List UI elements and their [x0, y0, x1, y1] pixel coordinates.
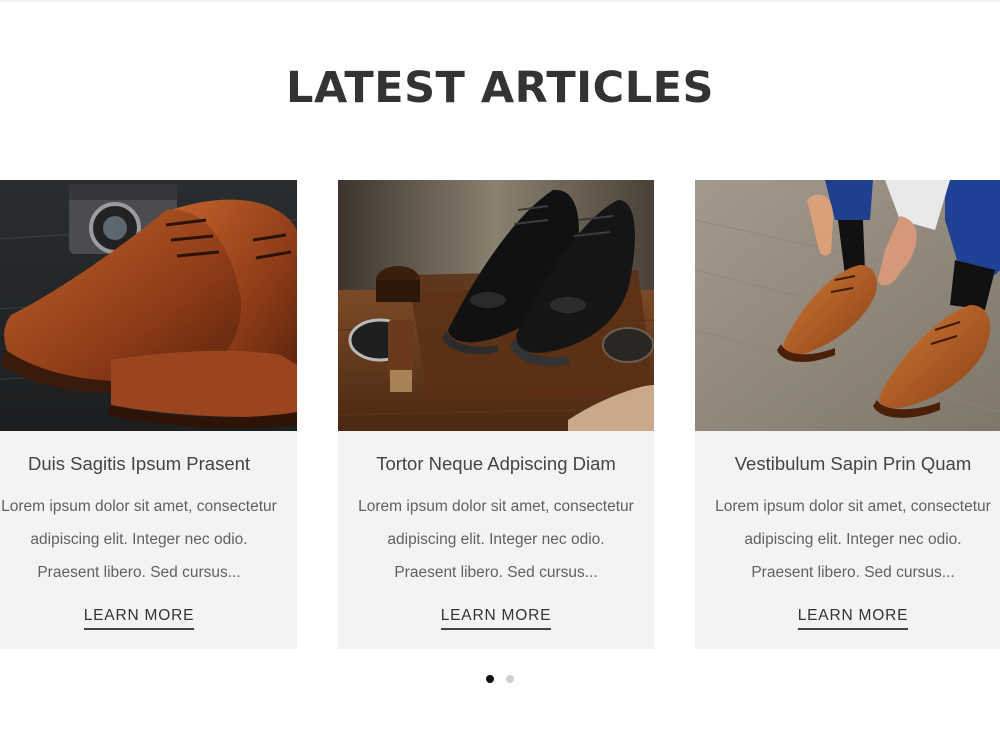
carousel-pagination [0, 675, 1000, 683]
article-title[interactable]: Vestibulum Sapin Prin Quam [695, 452, 1000, 476]
article-card: Tortor Neque Adpiscing Diam Lorem ipsum … [338, 180, 654, 649]
article-excerpt: Lorem ipsum dolor sit amet, consectetur … [715, 498, 991, 581]
article-excerpt: Lorem ipsum dolor sit amet, consectetur … [1, 498, 277, 581]
article-image-tying-shoes[interactable] [695, 180, 1000, 431]
article-image-black-shoes[interactable] [338, 180, 654, 431]
section-title: LATEST ARTICLES [286, 63, 714, 113]
article-excerpt: Lorem ipsum dolor sit amet, consectetur … [358, 498, 634, 581]
pagination-dot-1[interactable] [486, 675, 494, 683]
article-card: Duis Sagitis Ipsum Prasent Lorem ipsum d… [0, 180, 297, 649]
learn-more-link[interactable]: LEARN MORE [797, 606, 909, 630]
article-title[interactable]: Tortor Neque Adpiscing Diam [338, 452, 654, 476]
top-divider [0, 0, 1000, 2]
article-image-brown-shoes[interactable] [0, 180, 297, 431]
learn-more-link[interactable]: LEARN MORE [83, 606, 195, 630]
article-title[interactable]: Duis Sagitis Ipsum Prasent [0, 452, 297, 476]
pagination-dot-2[interactable] [506, 675, 514, 683]
learn-more-link[interactable]: LEARN MORE [440, 606, 552, 630]
article-card: Vestibulum Sapin Prin Quam Lorem ipsum d… [695, 180, 1000, 649]
